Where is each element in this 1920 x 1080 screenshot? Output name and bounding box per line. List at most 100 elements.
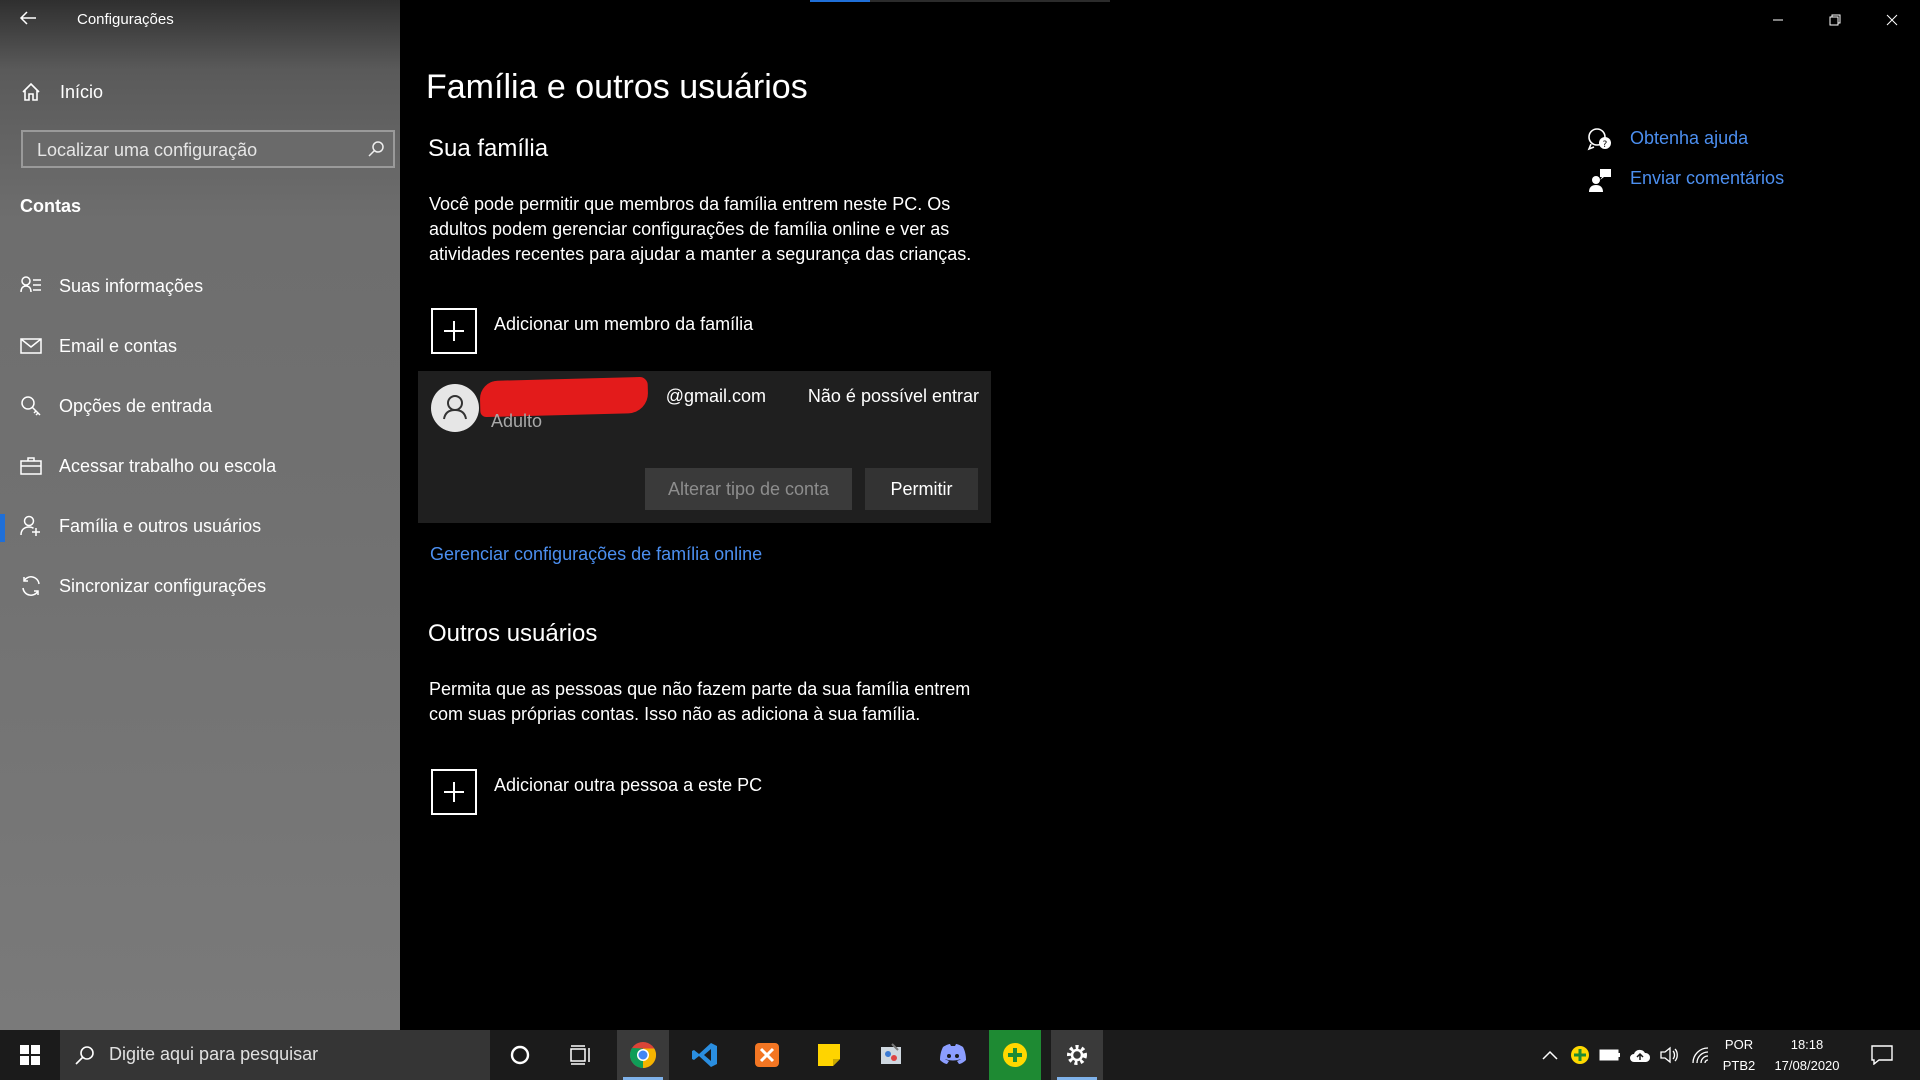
minimize-icon — [1772, 19, 1783, 21]
task-view-icon — [570, 1045, 590, 1065]
search-icon[interactable] — [367, 140, 385, 158]
start-button[interactable] — [0, 1030, 60, 1080]
member-account-type: Adulto — [491, 411, 543, 431]
wifi-icon — [1692, 1047, 1709, 1064]
back-button[interactable] — [18, 8, 42, 32]
taskbar-search-placeholder: Digite aqui para pesquisar — [109, 1044, 319, 1064]
sidebar-item-familia-outros-usuarios[interactable]: Família e outros usuários — [0, 497, 400, 557]
chrome-icon — [629, 1042, 657, 1069]
paint-app[interactable] — [865, 1030, 917, 1080]
mail-icon — [20, 338, 42, 354]
sidebar-item-label: Suas informações — [59, 276, 204, 296]
get-help-label: Obtenha ajuda — [1630, 128, 1749, 148]
vscode-app[interactable] — [679, 1030, 731, 1080]
plus-icon — [431, 308, 477, 354]
tray-app-plus[interactable] — [1567, 1030, 1593, 1080]
sidebar-nav: Suas informações Email e contas Opções d… — [0, 257, 400, 617]
input-language-indicator[interactable]: POR PTB2 — [1716, 1034, 1762, 1076]
avatar — [431, 384, 479, 432]
active-indicator — [0, 514, 5, 542]
network-button[interactable] — [1688, 1030, 1714, 1080]
window-controls — [1749, 0, 1920, 40]
keyboard-layout: PTB2 — [1722, 1058, 1756, 1073]
language-code: POR — [1724, 1037, 1754, 1052]
user-info-icon — [20, 276, 41, 293]
sidebar-home[interactable]: Início — [20, 78, 103, 106]
progress-accent-bar — [810, 0, 1110, 2]
restore-button[interactable] — [1806, 0, 1863, 40]
sidebar-item-email-contas[interactable]: Email e contas — [0, 317, 400, 377]
settings-gear-icon — [1067, 1045, 1087, 1065]
minimize-button[interactable] — [1749, 0, 1806, 40]
back-arrow-icon — [19, 11, 36, 25]
add-other-person-label: Adicionar outra pessoa a este PC — [494, 775, 763, 795]
other-users-section-heading: Outros usuários — [428, 620, 598, 647]
person-icon — [443, 395, 467, 420]
sticky-notes-icon — [818, 1044, 840, 1066]
sidebar-item-label: Acessar trabalho ou escola — [59, 456, 277, 476]
clock-date: 17/08/2020 — [1774, 1058, 1840, 1073]
svg-text:?: ? — [1603, 140, 1608, 150]
battery-icon — [1599, 1049, 1620, 1061]
green-plus-app[interactable] — [989, 1030, 1041, 1080]
vscode-icon — [692, 1043, 717, 1067]
allow-button[interactable]: Permitir — [865, 468, 978, 510]
onedrive-indicator[interactable] — [1627, 1030, 1653, 1080]
family-member-card[interactable]: @gmail.com Adulto Não é possível entrar … — [418, 371, 991, 523]
volume-button[interactable] — [1656, 1030, 1682, 1080]
paint-icon — [881, 1043, 901, 1064]
sidebar-item-label: Família e outros usuários — [59, 516, 262, 536]
feedback-icon — [1589, 169, 1611, 192]
page-title: Família e outros usuários — [426, 68, 808, 106]
taskbar-search-box[interactable]: Digite aqui para pesquisar — [60, 1030, 490, 1080]
settings-app[interactable] — [1051, 1030, 1103, 1080]
notification-icon — [1871, 1045, 1893, 1065]
discord-app[interactable] — [927, 1030, 979, 1080]
restore-icon — [1829, 14, 1840, 26]
settings-search-box[interactable] — [21, 130, 395, 168]
windows-logo-icon — [20, 1045, 40, 1065]
xampp-icon — [755, 1043, 779, 1067]
manage-family-online-link[interactable]: Gerenciar configurações de família onlin… — [430, 544, 762, 565]
home-icon — [22, 82, 40, 101]
key-icon — [21, 396, 41, 416]
help-chat-icon: ? — [1587, 128, 1611, 151]
change-account-type-button[interactable]: Alterar tipo de conta — [645, 468, 852, 510]
sidebar-item-opcoes-entrada[interactable]: Opções de entrada — [0, 377, 400, 437]
app-title: Configurações — [77, 11, 174, 28]
member-status: Não é possível entrar — [807, 386, 979, 406]
battery-indicator[interactable] — [1597, 1030, 1623, 1080]
show-hidden-icons-button[interactable] — [1538, 1030, 1562, 1080]
search-icon — [75, 1046, 94, 1065]
send-feedback-label: Enviar comentários — [1630, 168, 1785, 188]
sync-icon — [22, 576, 40, 596]
family-description: Você pode permitir que membros da famíli… — [429, 194, 972, 264]
task-view-button[interactable] — [555, 1030, 607, 1080]
action-center-button[interactable] — [1862, 1030, 1902, 1080]
sticky-notes-app[interactable] — [803, 1030, 855, 1080]
sidebar: Configurações Início Contas Suas informa… — [0, 0, 400, 1030]
close-button[interactable] — [1863, 0, 1920, 40]
cortana-button[interactable] — [494, 1030, 546, 1080]
section-heading-contas: Contas — [20, 196, 82, 216]
add-other-person-button[interactable]: Adicionar outra pessoa a este PC — [431, 769, 762, 815]
cloud-upload-icon — [1630, 1049, 1651, 1062]
chevron-up-icon — [1542, 1050, 1558, 1060]
chrome-app[interactable] — [617, 1030, 669, 1080]
settings-search-input[interactable] — [35, 137, 359, 163]
close-icon — [1886, 14, 1897, 26]
sidebar-item-label: Opções de entrada — [59, 396, 213, 416]
clock[interactable]: 18:18 17/08/2020 — [1766, 1034, 1848, 1076]
sidebar-item-trabalho-escola[interactable]: Acessar trabalho ou escola — [0, 437, 400, 497]
sidebar-item-suas-informacoes[interactable]: Suas informações — [0, 257, 400, 317]
sidebar-item-label: Email e contas — [59, 336, 178, 356]
discord-icon — [940, 1044, 966, 1064]
xampp-app[interactable] — [741, 1030, 793, 1080]
add-family-member-button[interactable]: Adicionar um membro da família — [431, 308, 753, 354]
plus-icon — [431, 769, 477, 815]
person-add-icon — [20, 515, 40, 536]
clock-time: 18:18 — [1790, 1037, 1824, 1052]
briefcase-icon — [20, 457, 42, 475]
sidebar-item-sincronizar[interactable]: Sincronizar configurações — [0, 557, 400, 617]
green-plus-app-icon — [1571, 1046, 1589, 1064]
